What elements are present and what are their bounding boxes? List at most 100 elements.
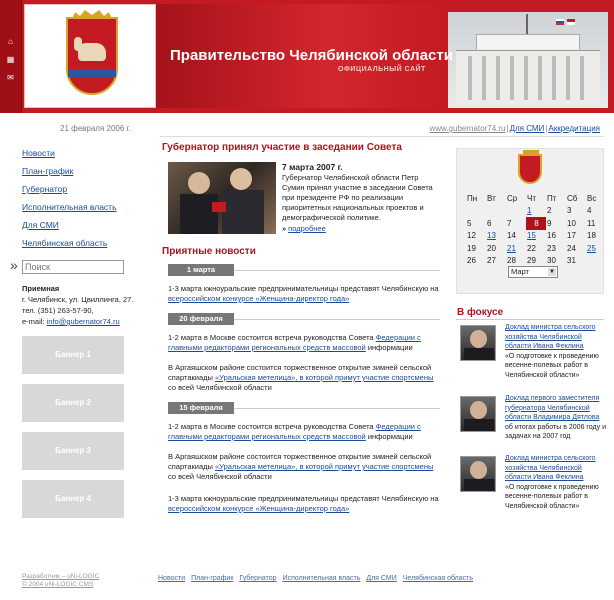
site-title: Правительство Челябинской области [170, 47, 453, 64]
focus-section-title: В фокусе [457, 307, 504, 318]
nav-schedule[interactable]: План-график [22, 166, 132, 176]
news-item-link[interactable]: «Уральская метелица», в которой примут у… [215, 373, 433, 382]
month-select[interactable]: Март ▼ [508, 266, 558, 278]
nav-news[interactable]: Новости [22, 148, 132, 158]
search-input[interactable] [22, 260, 124, 274]
banner-3[interactable]: Баннер 3 [22, 432, 124, 470]
focus-thumbnail[interactable] [460, 396, 496, 432]
footer-nav-schedule[interactable]: План-график [191, 575, 233, 582]
footer-nav-press[interactable]: Для СМИ [366, 575, 396, 582]
sitemap-icon[interactable]: ▦ [6, 55, 15, 64]
nav-press[interactable]: Для СМИ [22, 220, 132, 230]
focus-thumbnail[interactable] [460, 325, 496, 361]
flag-icons [553, 18, 575, 27]
calendar-day: 17 [567, 231, 576, 241]
cms-link[interactable]: © 2004 uNi-LOGIC CMS [22, 581, 99, 589]
banner-1[interactable]: Баннер 1 [22, 336, 124, 374]
focus-item: Доклад министра сельского хозяйства Челя… [505, 324, 599, 379]
russia-flag-icon [556, 19, 564, 25]
footer-nav-executive-power[interactable]: Исполнительная власть [283, 575, 361, 582]
calendar-day: 15 [526, 230, 546, 243]
news-item-link[interactable]: «Уральская метелица», в которой примут у… [215, 462, 433, 471]
focus-item: Доклад министра сельского хозяйства Челя… [505, 455, 599, 510]
email-link[interactable]: info@gubernator74.ru [47, 317, 120, 326]
current-date: 21 февраля 2006 г. [60, 124, 131, 133]
calendar-day-link[interactable]: 15 [527, 231, 536, 240]
reception-address: г. Челябинск, ул. Цвиллинга, 27. [22, 295, 134, 304]
reception-contacts: Приемная г. Челябинск, ул. Цвиллинга, 27… [22, 283, 142, 327]
region-flag-icon [567, 19, 575, 25]
calendar-day: 19 [467, 243, 476, 253]
search-arrow-icon[interactable]: » [10, 258, 18, 272]
calendar-day: 10 [567, 218, 576, 228]
calendar-day: 16 [547, 231, 556, 241]
mail-icon[interactable]: ✉ [6, 73, 15, 82]
news-date-header: 15 февраля [168, 402, 234, 414]
developer-link[interactable]: Разработчик – uNi-LOGIC [22, 573, 99, 581]
weekday-label: Вт [487, 193, 496, 203]
news-item: 1-3 марта кжноуральские предпринимательн… [168, 494, 439, 513]
calendar-day-link[interactable]: 25 [587, 244, 596, 253]
news-date-header: 1 марта [168, 264, 234, 276]
top-links: www.gubernator74.ru|Для СМИ|Аккредитация [429, 124, 600, 133]
calendar-day: 23 [547, 243, 556, 253]
calendar-day: 4 [587, 206, 592, 216]
press-link[interactable]: Для СМИ [510, 124, 545, 133]
news-date-header: 20 февраля [168, 313, 234, 325]
banner-4[interactable]: Баннер 4 [22, 480, 124, 518]
calendar-day: 20 [487, 243, 496, 253]
focus-item-link[interactable]: Доклад министра сельского хозяйства Челя… [505, 455, 596, 481]
calendar-day-link[interactable]: 1 [527, 206, 531, 215]
calendar-day: 26 [467, 256, 476, 266]
calendar-day: 9 [547, 218, 552, 228]
coat-of-arms-icon [66, 10, 118, 95]
calendar-day: 22 [527, 243, 536, 253]
home-icon[interactable]: ⌂ [6, 37, 15, 46]
news-item: В Аргаяшском районе состоится торжествен… [168, 363, 434, 392]
lead-news-date: 7 марта 2007 г. [282, 162, 343, 172]
email-label: e-mail: [22, 317, 45, 326]
weekday-label: Чт [527, 193, 536, 203]
calendar-day: 27 [487, 256, 496, 266]
news-item-link[interactable]: всероссийском конкурсе «Женщина-директор… [168, 504, 349, 513]
calendar: Пн Вт Ср Чт Пт Сб Вс 1 2 3 4 5 6 7 8 9 1… [466, 192, 606, 267]
focus-thumbnail[interactable] [460, 456, 496, 492]
lead-news-text: Губернатор Челябинской области Петр Суми… [282, 173, 433, 222]
calendar-day [486, 205, 506, 218]
calendar-day: 7 [507, 218, 512, 228]
focus-item: Доклад первого заместителя губернатора Ч… [505, 395, 606, 440]
calendar-day: 25 [586, 242, 606, 255]
header-icon-bar: ⌂ ▦ ✉ [0, 0, 22, 113]
calendar-day-link[interactable]: 13 [487, 231, 496, 240]
read-more-link[interactable]: подробнее [288, 224, 326, 233]
footer-nav-news[interactable]: Новости [158, 575, 185, 582]
government-building-image [448, 12, 608, 108]
calendar-day-selected[interactable]: 8 [526, 217, 546, 230]
calendar-day: 5 [467, 218, 472, 228]
footer-nav-governor[interactable]: Губернатор [239, 575, 276, 582]
site-subtitle: ОФИЦИАЛЬНЫЙ САЙТ [338, 66, 426, 73]
calendar-day: 13 [486, 230, 506, 243]
coat-of-arms-box [24, 4, 156, 108]
nav-governor[interactable]: Губернатор [22, 184, 132, 194]
nav-region[interactable]: Челябинская область [22, 238, 132, 248]
left-navigation: Новости План-график Губернатор Исполните… [22, 148, 132, 256]
banner-2[interactable]: Баннер 2 [22, 384, 124, 422]
news-item: В Аргаяшском районе состоится торжествен… [168, 452, 434, 481]
news-item-link[interactable]: всероссийском конкурсе «Женщина-директор… [168, 294, 349, 303]
footer-nav-region[interactable]: Челябинская область [403, 575, 473, 582]
reception-heading: Приемная [22, 284, 60, 293]
calendar-day-link[interactable]: 21 [507, 244, 516, 253]
nav-executive-power[interactable]: Исполнительная власть [22, 202, 132, 212]
calendar-day [586, 255, 606, 268]
calendar-day [506, 205, 526, 218]
accreditation-link[interactable]: Аккредитация [548, 124, 600, 133]
reception-phone: тел. (351) 263-57-90, [22, 306, 94, 315]
lead-news-title[interactable]: Губернатор принял участие в заседании Со… [162, 142, 402, 153]
focus-item-link[interactable]: Доклад министра сельского хозяйства Челя… [505, 324, 596, 350]
news-item: 1-3 марта кжноуральские предпринимательн… [168, 284, 439, 303]
focus-item-link[interactable]: Доклад первого заместителя губернатора Ч… [505, 395, 599, 421]
gubernator-site-link[interactable]: www.gubernator74.ru [429, 124, 505, 133]
lead-news-photo[interactable] [168, 162, 276, 234]
footer-navigation: Новости План-график Губернатор Исполнительн… [158, 575, 479, 582]
